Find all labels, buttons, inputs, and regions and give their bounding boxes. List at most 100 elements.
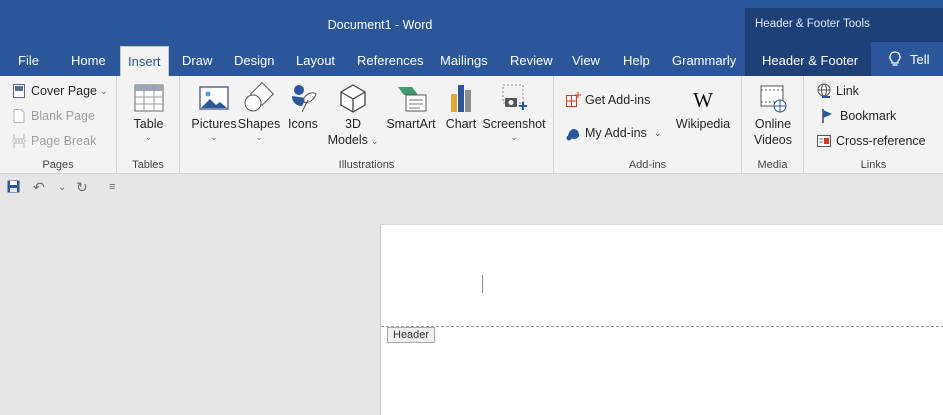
3d-models-button[interactable]: 3D Models ⌄: [324, 82, 382, 149]
icons-label: Icons: [288, 117, 318, 131]
chevron-down-icon: ⌄: [100, 85, 108, 96]
group-tables: Table ⌄ Tables: [117, 76, 180, 174]
wikipedia-button[interactable]: W Wikipedia: [672, 88, 734, 132]
document-page[interactable]: Header: [380, 224, 943, 415]
group-label-pages: Pages: [42, 159, 74, 171]
cross-reference-icon: [817, 135, 831, 147]
get-add-ins-button[interactable]: Get Add-ins: [565, 92, 650, 108]
window-title: Document1 - Word: [327, 18, 433, 32]
3d-models-label-line2: Models: [327, 133, 368, 147]
cube-icon: [340, 84, 366, 113]
screenshot-label: Screenshot: [482, 117, 546, 131]
globe-link-icon: [817, 83, 831, 98]
blank-page-icon: [13, 109, 25, 123]
icons-gallery-icon: [292, 85, 317, 113]
page-break-button[interactable]: Page Break: [11, 133, 96, 149]
chevron-down-icon: ⌄: [210, 132, 218, 142]
tab-references[interactable]: References: [357, 42, 423, 76]
group-label-illustrations: Illustrations: [338, 159, 395, 171]
cover-page-icon: [13, 84, 25, 98]
my-add-ins-label: My Add-ins: [585, 126, 647, 140]
bookmark-label: Bookmark: [840, 109, 897, 123]
group-media: Online Videos Media: [742, 76, 804, 174]
tab-file[interactable]: File: [18, 42, 39, 76]
chevron-down-icon: ⌄: [370, 136, 379, 146]
undo-icon[interactable]: ↶: [33, 179, 45, 196]
chart-button[interactable]: Chart: [440, 82, 482, 132]
group-pages: Cover Page ⌄ Blank Page Page Break Pages: [0, 76, 117, 174]
wikipedia-icon: W: [693, 88, 713, 112]
group-label-links: Links: [860, 159, 887, 171]
tab-view[interactable]: View: [572, 42, 600, 76]
header-boundary-line: [381, 326, 943, 327]
tell-me-label: Tell: [910, 51, 930, 67]
pictures-icon: [199, 86, 229, 110]
tab-grammarly[interactable]: Grammarly: [672, 42, 736, 76]
chevron-down-icon: ⌄: [653, 127, 662, 138]
context-tools-label: Header & Footer Tools: [755, 18, 870, 30]
cover-page-button[interactable]: Cover Page ⌄: [11, 83, 108, 99]
smartart-icon: [398, 87, 427, 112]
online-videos-label-line2: Videos: [754, 133, 792, 147]
tab-insert[interactable]: Insert: [120, 46, 169, 76]
quick-access-toolbar: ↶ ⌄ ↻ ≡: [0, 175, 943, 199]
online-videos-button[interactable]: Online Videos: [742, 82, 804, 148]
bookmark-flag-icon: [822, 109, 832, 123]
undo-dropdown-icon[interactable]: ⌄: [58, 182, 66, 193]
tab-home[interactable]: Home: [71, 42, 106, 76]
store-icon: [566, 92, 581, 107]
bookmark-button[interactable]: Bookmark: [820, 108, 896, 124]
header-tag: Header: [387, 327, 436, 343]
table-label: Table: [133, 117, 164, 131]
cross-reference-label: Cross-reference: [836, 134, 926, 148]
get-add-ins-label: Get Add-ins: [585, 93, 651, 107]
shapes-label: Shapes: [237, 117, 281, 131]
page-break-icon: [12, 134, 26, 148]
table-button[interactable]: Table ⌄: [117, 82, 180, 142]
chevron-down-icon: ⌄: [144, 132, 153, 142]
link-button[interactable]: Link: [816, 83, 859, 99]
cross-reference-button[interactable]: Cross-reference: [816, 133, 926, 149]
page-break-label: Page Break: [31, 134, 97, 148]
online-videos-label-line1: Online: [754, 117, 792, 131]
tell-me-box[interactable]: Tell: [889, 42, 930, 76]
pictures-button[interactable]: Pictures ⌄: [188, 82, 240, 142]
group-illustrations: Pictures ⌄ Shapes ⌄ Icons 3D Models ⌄ Sm…: [180, 76, 554, 174]
blank-page-button[interactable]: Blank Page: [11, 108, 95, 124]
save-icon[interactable]: [7, 180, 20, 193]
3d-models-label-line1: 3D: [345, 117, 361, 131]
group-add-ins: Get Add-ins My Add-ins ⌄ W Wikipedia Add-…: [554, 76, 742, 174]
tab-layout[interactable]: Layout: [296, 42, 335, 76]
link-label: Link: [836, 84, 859, 98]
tab-mailings[interactable]: Mailings: [440, 42, 488, 76]
redo-icon[interactable]: ↻: [76, 179, 88, 196]
tab-draw[interactable]: Draw: [182, 42, 212, 76]
group-links: Link Bookmark Cross-reference Links: [804, 76, 943, 174]
chart-label: Chart: [445, 117, 477, 131]
header-footer-tools-banner: Header & Footer Tools: [745, 8, 943, 42]
tab-help[interactable]: Help: [623, 42, 650, 76]
chart-icon: [451, 85, 471, 112]
shapes-button[interactable]: Shapes ⌄: [236, 82, 282, 142]
chevron-down-icon: ⌄: [510, 132, 518, 142]
ribbon: Cover Page ⌄ Blank Page Page Break Pages …: [0, 76, 943, 174]
blank-page-label: Blank Page: [31, 109, 95, 123]
tab-header-footer[interactable]: Header & Footer: [745, 42, 871, 76]
screenshot-button[interactable]: Screenshot ⌄: [482, 82, 546, 142]
chevron-down-icon: ⌄: [255, 132, 263, 142]
group-label-media: Media: [757, 159, 788, 171]
group-label-add-ins: Add-ins: [628, 159, 667, 171]
wikipedia-label: Wikipedia: [675, 117, 731, 131]
icons-button[interactable]: Icons: [282, 82, 324, 132]
my-add-ins-button[interactable]: My Add-ins ⌄: [565, 125, 661, 141]
tab-review[interactable]: Review: [510, 42, 553, 76]
smartart-label: SmartArt: [386, 117, 436, 131]
shapes-icon: [244, 82, 275, 112]
smartart-button[interactable]: SmartArt: [382, 82, 440, 132]
online-video-icon: [760, 85, 787, 113]
tab-design[interactable]: Design: [234, 42, 274, 76]
customize-toolbar-icon[interactable]: ≡: [109, 181, 115, 193]
group-label-tables: Tables: [132, 159, 164, 171]
lightbulb-icon: [889, 50, 901, 66]
text-cursor: [482, 275, 483, 293]
